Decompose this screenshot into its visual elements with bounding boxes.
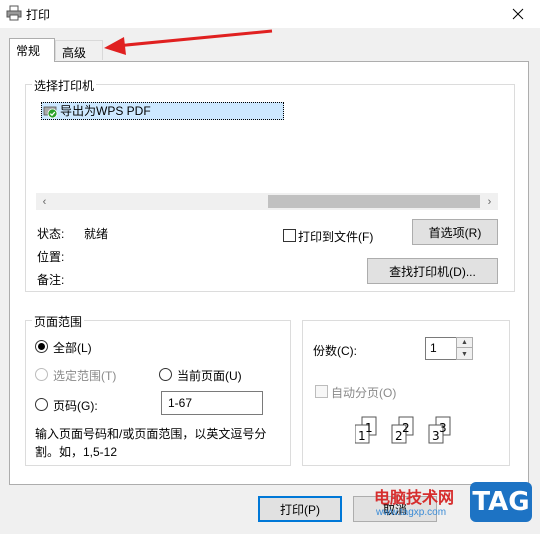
- print-to-file-label[interactable]: 打印到文件(F): [298, 228, 373, 245]
- page-range-hint-line2: 割。如，1,5-12: [35, 445, 118, 459]
- status-value: 就绪: [84, 227, 109, 241]
- find-printer-button[interactable]: 查找打印机(D)...: [367, 258, 498, 284]
- page-range-hint-line1: 输入页面号码和/或页面范围，以英文逗号分: [35, 427, 267, 441]
- spin-down-icon[interactable]: ▼: [457, 349, 472, 359]
- print-button[interactable]: 打印(P): [258, 496, 342, 522]
- print-to-file-checkbox[interactable]: [283, 229, 296, 242]
- scroll-left-icon[interactable]: ‹: [36, 193, 53, 210]
- selection-radio[interactable]: [35, 368, 48, 381]
- page-range-legend: 页面范围: [32, 313, 85, 330]
- all-pages-radio[interactable]: [35, 340, 48, 353]
- svg-text:3: 3: [439, 421, 447, 435]
- copies-input[interactable]: 1: [425, 337, 457, 360]
- svg-text:2: 2: [402, 421, 410, 435]
- copies-spinner[interactable]: ▲ ▼: [456, 337, 473, 360]
- scroll-thumb[interactable]: [268, 195, 480, 208]
- collate-checkbox[interactable]: [315, 385, 328, 398]
- location-label: 位置:: [37, 250, 65, 264]
- printer-item-label: 导出为WPS PDF: [60, 104, 151, 118]
- pages-label[interactable]: 页码(G):: [53, 397, 98, 414]
- select-printer-legend: 选择打印机: [32, 77, 97, 94]
- preferences-button[interactable]: 首选项(R): [412, 219, 498, 245]
- close-button[interactable]: [496, 0, 540, 28]
- collate-label[interactable]: 自动分页(O): [331, 384, 396, 401]
- cancel-button[interactable]: 取消: [353, 496, 437, 522]
- current-page-radio[interactable]: [159, 368, 172, 381]
- pages-radio[interactable]: [35, 398, 48, 411]
- title-bar: 打印: [0, 0, 540, 28]
- spin-up-icon[interactable]: ▲: [457, 338, 472, 348]
- printer-item-wps-pdf[interactable]: 导出为WPS PDF: [41, 102, 284, 120]
- copies-label: 份数(C):: [313, 344, 357, 358]
- svg-text:1: 1: [365, 421, 373, 435]
- selection-label[interactable]: 选定范围(T): [53, 367, 116, 384]
- comment-label: 备注:: [37, 273, 65, 287]
- printer-list-hscrollbar[interactable]: ‹ ›: [36, 193, 498, 210]
- default-printer-icon: [43, 106, 58, 119]
- tab-general[interactable]: 常规: [9, 38, 55, 62]
- tab-advanced[interactable]: 高级: [55, 40, 103, 60]
- all-pages-label[interactable]: 全部(L): [53, 339, 92, 356]
- status-label: 状态:: [37, 227, 65, 241]
- scroll-right-icon[interactable]: ›: [481, 193, 498, 210]
- current-page-label[interactable]: 当前页面(U): [177, 367, 242, 384]
- pages-input[interactable]: 1-67: [161, 391, 263, 415]
- printer-icon: [6, 5, 22, 21]
- collate-illustration-icon: 11 22 33: [355, 416, 451, 444]
- window-title: 打印: [26, 8, 51, 22]
- close-icon: [512, 8, 524, 20]
